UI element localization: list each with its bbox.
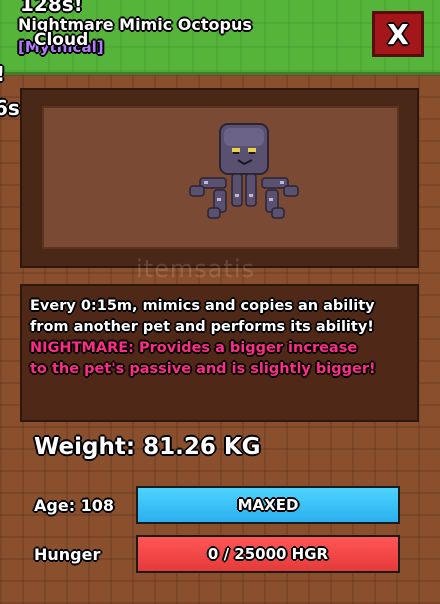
age-label: Age: 108 bbox=[34, 496, 115, 515]
x-icon: X bbox=[387, 17, 409, 51]
description-line: Every 0:15m, mimics and copies an abilit… bbox=[30, 298, 375, 314]
ability-description: Every 0:15m, mimics and copies an abilit… bbox=[20, 284, 419, 422]
pet-preview-frame bbox=[20, 88, 419, 268]
mutation-description-line: NIGHTMARE: Provides a bigger increase bbox=[30, 340, 358, 356]
mutation-description-line: to the pet's passive and is slightly big… bbox=[30, 361, 376, 377]
description-line: from another pet and performs its abilit… bbox=[30, 319, 374, 335]
age-bar-text: MAXED bbox=[237, 496, 299, 514]
hunger-progress-bar: 0 / 25000 HGR bbox=[136, 535, 400, 573]
background-text-fragment: 128s! bbox=[20, 0, 83, 16]
age-progress-bar: MAXED bbox=[136, 486, 400, 524]
hunger-bar-text: 0 / 25000 HGR bbox=[207, 545, 329, 563]
background-text-fragment: ! bbox=[0, 62, 5, 86]
pet-variant-label: Cloud bbox=[34, 30, 89, 50]
hunger-label: Hunger bbox=[34, 545, 101, 564]
pet-preview-area bbox=[42, 106, 399, 249]
close-button[interactable]: X bbox=[372, 11, 424, 57]
watermark: itemsatis bbox=[136, 255, 256, 283]
octopus-pet-image bbox=[189, 123, 299, 219]
pet-weight: Weight: 81.26 KG bbox=[34, 434, 261, 460]
